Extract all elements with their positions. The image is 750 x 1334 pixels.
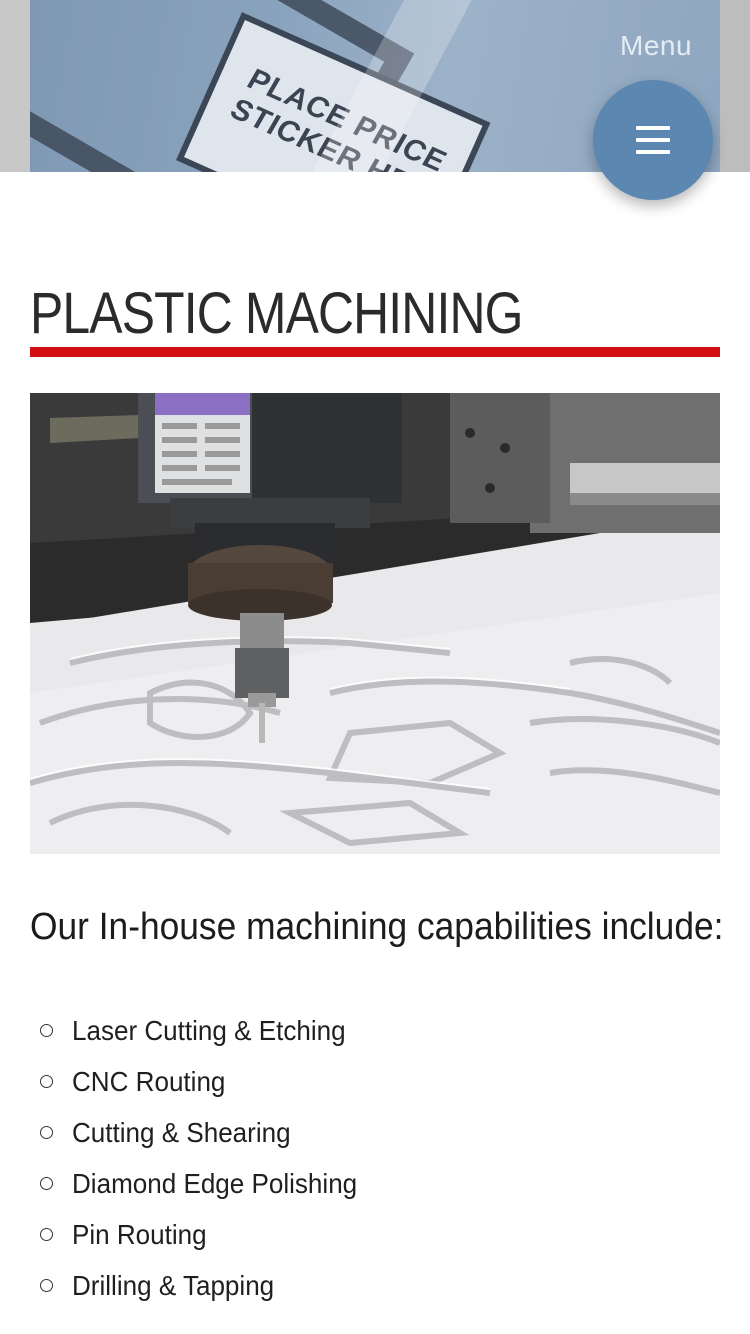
bullet-circle-icon <box>40 1075 53 1088</box>
hero-edge <box>0 0 30 172</box>
capability-label: Cutting & Shearing <box>72 1116 291 1148</box>
cnc-machine-photo <box>30 393 720 854</box>
capabilities-list: Laser Cutting & Etching CNC Routing Cutt… <box>38 1005 379 1311</box>
list-item: Diamond Edge Polishing <box>38 1158 379 1209</box>
capability-label: Drilling & Tapping <box>72 1269 275 1301</box>
capability-label: Laser Cutting & Etching <box>72 1014 346 1046</box>
title-underline <box>30 347 720 357</box>
list-item: Drilling & Tapping <box>38 1260 379 1311</box>
capabilities-intro: Our In-house machining capabilities incl… <box>30 906 724 948</box>
bullet-circle-icon <box>40 1024 53 1037</box>
page-title: PLASTIC MACHINING <box>30 281 523 346</box>
cnc-machine-illustration <box>30 393 720 854</box>
capability-label: Diamond Edge Polishing <box>72 1167 358 1199</box>
hero-edge <box>720 0 750 172</box>
capability-label: Pin Routing <box>72 1218 207 1250</box>
capability-label: CNC Routing <box>72 1065 226 1097</box>
hamburger-icon-bar <box>636 126 670 130</box>
bullet-circle-icon <box>40 1228 53 1241</box>
bullet-circle-icon <box>40 1177 53 1190</box>
hamburger-icon-bar <box>636 150 670 154</box>
list-item: CNC Routing <box>38 1056 379 1107</box>
menu-label[interactable]: Menu <box>620 30 692 62</box>
list-item: Laser Cutting & Etching <box>38 1005 379 1056</box>
hamburger-icon-bar <box>636 138 670 142</box>
bullet-circle-icon <box>40 1126 53 1139</box>
menu-button[interactable] <box>593 80 713 200</box>
list-item: Pin Routing <box>38 1209 379 1260</box>
bullet-circle-icon <box>40 1279 53 1292</box>
list-item: Cutting & Shearing <box>38 1107 379 1158</box>
